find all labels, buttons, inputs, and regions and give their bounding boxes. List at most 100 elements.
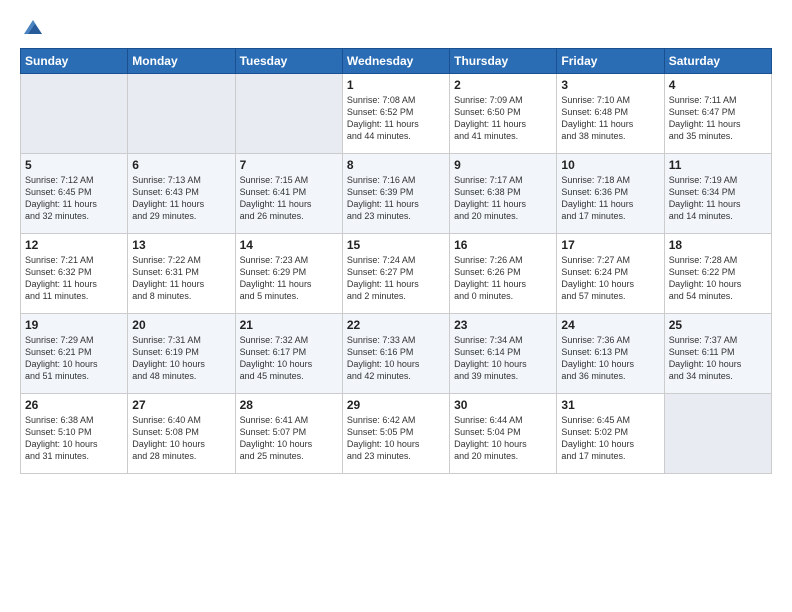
calendar-cell: 21 Sunrise: 7:32 AM Sunset: 6:17 PM Dayli… — [235, 314, 342, 394]
day-info: Sunrise: 6:42 AM Sunset: 5:05 PM Dayligh… — [347, 414, 445, 463]
calendar-cell: 8Sunrise: 7:16 AM Sunset: 6:39 PM Daylig… — [342, 154, 449, 234]
calendar-cell — [664, 394, 771, 474]
weekday-header-saturday: Saturday — [664, 49, 771, 74]
day-info: Sunrise: 7:11 AM Sunset: 6:47 PM Dayligh… — [669, 94, 767, 143]
day-number: 31 — [561, 398, 659, 412]
day-number: 12 — [25, 238, 123, 252]
logo-icon — [22, 16, 44, 38]
calendar-cell: 5 Sunrise: 7:12 AM Sunset: 6:45 PM Daylig… — [21, 154, 128, 234]
calendar-cell — [128, 74, 235, 154]
calendar-cell: 2Sunrise: 7:09 AM Sunset: 6:50 PM Daylig… — [450, 74, 557, 154]
logo — [20, 16, 44, 38]
calendar-cell: 13 Sunrise: 7:22 AM Sunset: 6:31 PM Dayli… — [128, 234, 235, 314]
day-number: 16 — [454, 238, 552, 252]
day-info: Sunrise: 7:17 AM Sunset: 6:38 PM Dayligh… — [454, 174, 552, 223]
day-info: Sunrise: 7:19 AM Sunset: 6:34 PM Dayligh… — [669, 174, 767, 223]
calendar-cell: 1 Sunrise: 7:08 AM Sunset: 6:52 PM Daylig… — [342, 74, 449, 154]
day-info: Sunrise: 6:40 AM Sunset: 5:08 PM Dayligh… — [132, 414, 230, 463]
day-info: Sunrise: 7:15 AM Sunset: 6:41 PM Dayligh… — [240, 174, 338, 223]
day-info: Sunrise: 6:44 AM Sunset: 5:04 PM Dayligh… — [454, 414, 552, 463]
calendar-cell: 22 Sunrise: 7:33 AM Sunset: 6:16 PM Dayli… — [342, 314, 449, 394]
calendar-week-row: 12 Sunrise: 7:21 AM Sunset: 6:32 PM Dayli… — [21, 234, 772, 314]
weekday-header-friday: Friday — [557, 49, 664, 74]
calendar-cell: 16 Sunrise: 7:26 AM Sunset: 6:26 PM Dayli… — [450, 234, 557, 314]
calendar-cell: 30Sunrise: 6:44 AM Sunset: 5:04 PM Dayli… — [450, 394, 557, 474]
calendar-cell: 17 Sunrise: 7:27 AM Sunset: 6:24 PM Dayli… — [557, 234, 664, 314]
day-info: Sunrise: 7:22 AM Sunset: 6:31 PM Dayligh… — [132, 254, 230, 303]
calendar-page: SundayMondayTuesdayWednesdayThursdayFrid… — [0, 0, 792, 612]
day-number: 8 — [347, 158, 445, 172]
calendar-cell: 25 Sunrise: 7:37 AM Sunset: 6:11 PM Dayli… — [664, 314, 771, 394]
calendar-cell: 9 Sunrise: 7:17 AM Sunset: 6:38 PM Daylig… — [450, 154, 557, 234]
calendar-week-row: 1 Sunrise: 7:08 AM Sunset: 6:52 PM Daylig… — [21, 74, 772, 154]
weekday-header-sunday: Sunday — [21, 49, 128, 74]
day-info: Sunrise: 7:31 AM Sunset: 6:19 PM Dayligh… — [132, 334, 230, 383]
day-number: 28 — [240, 398, 338, 412]
calendar-week-row: 19Sunrise: 7:29 AM Sunset: 6:21 PM Dayli… — [21, 314, 772, 394]
day-info: Sunrise: 7:37 AM Sunset: 6:11 PM Dayligh… — [669, 334, 767, 383]
calendar-cell: 20 Sunrise: 7:31 AM Sunset: 6:19 PM Dayli… — [128, 314, 235, 394]
day-number: 19 — [25, 318, 123, 332]
calendar-cell: 27 Sunrise: 6:40 AM Sunset: 5:08 PM Dayli… — [128, 394, 235, 474]
weekday-header-tuesday: Tuesday — [235, 49, 342, 74]
day-number: 20 — [132, 318, 230, 332]
day-info: Sunrise: 7:23 AM Sunset: 6:29 PM Dayligh… — [240, 254, 338, 303]
calendar-cell — [235, 74, 342, 154]
day-info: Sunrise: 6:41 AM Sunset: 5:07 PM Dayligh… — [240, 414, 338, 463]
weekday-header-monday: Monday — [128, 49, 235, 74]
weekday-header-wednesday: Wednesday — [342, 49, 449, 74]
day-info: Sunrise: 6:38 AM Sunset: 5:10 PM Dayligh… — [25, 414, 123, 463]
day-number: 17 — [561, 238, 659, 252]
day-info: Sunrise: 6:45 AM Sunset: 5:02 PM Dayligh… — [561, 414, 659, 463]
day-info: Sunrise: 7:21 AM Sunset: 6:32 PM Dayligh… — [25, 254, 123, 303]
weekday-header-thursday: Thursday — [450, 49, 557, 74]
day-number: 9 — [454, 158, 552, 172]
day-number: 21 — [240, 318, 338, 332]
day-number: 23 — [454, 318, 552, 332]
day-number: 24 — [561, 318, 659, 332]
calendar-cell: 6 Sunrise: 7:13 AM Sunset: 6:43 PM Daylig… — [128, 154, 235, 234]
day-number: 29 — [347, 398, 445, 412]
calendar-table: SundayMondayTuesdayWednesdayThursdayFrid… — [20, 48, 772, 474]
calendar-cell: 10 Sunrise: 7:18 AM Sunset: 6:36 PM Dayli… — [557, 154, 664, 234]
day-number: 2 — [454, 78, 552, 92]
day-number: 1 — [347, 78, 445, 92]
calendar-cell: 29 Sunrise: 6:42 AM Sunset: 5:05 PM Dayli… — [342, 394, 449, 474]
day-info: Sunrise: 7:13 AM Sunset: 6:43 PM Dayligh… — [132, 174, 230, 223]
day-info: Sunrise: 7:18 AM Sunset: 6:36 PM Dayligh… — [561, 174, 659, 223]
calendar-cell: 31 Sunrise: 6:45 AM Sunset: 5:02 PM Dayli… — [557, 394, 664, 474]
day-number: 15 — [347, 238, 445, 252]
day-info: Sunrise: 7:12 AM Sunset: 6:45 PM Dayligh… — [25, 174, 123, 223]
day-number: 13 — [132, 238, 230, 252]
day-info: Sunrise: 7:08 AM Sunset: 6:52 PM Dayligh… — [347, 94, 445, 143]
calendar-cell: 19Sunrise: 7:29 AM Sunset: 6:21 PM Dayli… — [21, 314, 128, 394]
day-info: Sunrise: 7:27 AM Sunset: 6:24 PM Dayligh… — [561, 254, 659, 303]
calendar-cell: 11Sunrise: 7:19 AM Sunset: 6:34 PM Dayli… — [664, 154, 771, 234]
day-info: Sunrise: 7:32 AM Sunset: 6:17 PM Dayligh… — [240, 334, 338, 383]
calendar-cell: 28 Sunrise: 6:41 AM Sunset: 5:07 PM Dayli… — [235, 394, 342, 474]
day-number: 5 — [25, 158, 123, 172]
day-info: Sunrise: 7:34 AM Sunset: 6:14 PM Dayligh… — [454, 334, 552, 383]
day-info: Sunrise: 7:10 AM Sunset: 6:48 PM Dayligh… — [561, 94, 659, 143]
day-info: Sunrise: 7:33 AM Sunset: 6:16 PM Dayligh… — [347, 334, 445, 383]
day-number: 6 — [132, 158, 230, 172]
day-info: Sunrise: 7:36 AM Sunset: 6:13 PM Dayligh… — [561, 334, 659, 383]
day-number: 10 — [561, 158, 659, 172]
calendar-cell: 23 Sunrise: 7:34 AM Sunset: 6:14 PM Dayli… — [450, 314, 557, 394]
calendar-cell: 24 Sunrise: 7:36 AM Sunset: 6:13 PM Dayli… — [557, 314, 664, 394]
calendar-cell: 18Sunrise: 7:28 AM Sunset: 6:22 PM Dayli… — [664, 234, 771, 314]
day-number: 22 — [347, 318, 445, 332]
calendar-cell — [21, 74, 128, 154]
day-number: 27 — [132, 398, 230, 412]
calendar-cell: 14Sunrise: 7:23 AM Sunset: 6:29 PM Dayli… — [235, 234, 342, 314]
calendar-cell: 4 Sunrise: 7:11 AM Sunset: 6:47 PM Daylig… — [664, 74, 771, 154]
day-number: 4 — [669, 78, 767, 92]
day-info: Sunrise: 7:26 AM Sunset: 6:26 PM Dayligh… — [454, 254, 552, 303]
day-info: Sunrise: 7:24 AM Sunset: 6:27 PM Dayligh… — [347, 254, 445, 303]
calendar-week-row: 5 Sunrise: 7:12 AM Sunset: 6:45 PM Daylig… — [21, 154, 772, 234]
weekday-header-row: SundayMondayTuesdayWednesdayThursdayFrid… — [21, 49, 772, 74]
day-number: 26 — [25, 398, 123, 412]
calendar-cell: 12 Sunrise: 7:21 AM Sunset: 6:32 PM Dayli… — [21, 234, 128, 314]
day-number: 25 — [669, 318, 767, 332]
calendar-cell: 7Sunrise: 7:15 AM Sunset: 6:41 PM Daylig… — [235, 154, 342, 234]
